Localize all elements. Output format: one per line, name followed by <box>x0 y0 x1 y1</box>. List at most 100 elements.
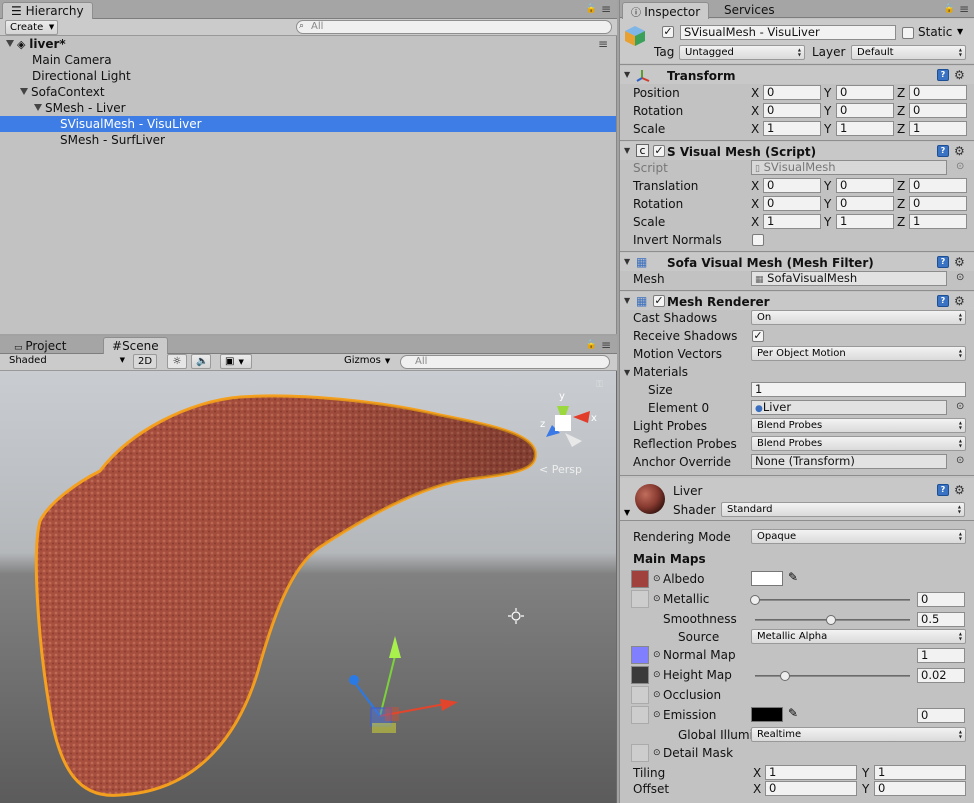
help-icon[interactable]: ? <box>937 295 949 307</box>
sv-rotation-x-field[interactable]: 0 <box>763 196 821 211</box>
object-name-field[interactable]: SVisualMesh - VisuLiver <box>680 25 896 40</box>
lock-icon[interactable]: 🔒 <box>586 4 597 14</box>
hierarchy-item-smesh-liver[interactable]: SMesh - Liver <box>0 100 616 116</box>
smoothness-slider-handle[interactable] <box>826 615 836 625</box>
emission-picker-icon[interactable]: ⊙ <box>653 710 661 720</box>
light-probes-dropdown[interactable]: Blend Probes <box>751 418 966 433</box>
tab-services[interactable]: Services <box>716 2 783 19</box>
position-y-field[interactable]: 0 <box>836 85 894 100</box>
mesh-field[interactable]: ▦ SofaVisualMesh <box>751 271 947 286</box>
scale-z-field[interactable]: 1 <box>909 121 967 136</box>
tag-dropdown[interactable]: Untagged <box>679 45 805 60</box>
normal-map-texture-slot[interactable] <box>631 646 649 664</box>
scene-viewport[interactable]: y x z ⚿ < Persp <box>0 371 616 803</box>
rendering-mode-dropdown[interactable]: Opaque <box>751 529 966 544</box>
audio-toggle[interactable]: 🔈 <box>191 354 211 369</box>
fold-triangle-icon[interactable]: ▼ <box>624 257 630 266</box>
expand-triangle-icon[interactable] <box>34 104 42 111</box>
height-map-slider[interactable] <box>755 675 910 677</box>
tiling-x-field[interactable]: 1 <box>765 765 857 780</box>
metallic-slider[interactable] <box>755 599 910 601</box>
mode-2d-toggle[interactable]: 2D <box>133 354 157 369</box>
scene-root-row[interactable]: ◈ liver* ≡ <box>0 36 616 52</box>
fold-triangle-icon[interactable]: ▼ <box>624 508 630 517</box>
eyedropper-icon[interactable]: ✎ <box>788 706 798 720</box>
static-dropdown-arrow-icon[interactable]: ▼ <box>957 27 963 36</box>
normal-map-picker-icon[interactable]: ⊙ <box>653 650 661 660</box>
shading-mode-dropdown[interactable]: Shaded ▼ <box>5 354 127 369</box>
translation-y-field[interactable]: 0 <box>836 178 894 193</box>
help-icon[interactable]: ? <box>937 69 949 81</box>
gizmo-lock-icon[interactable]: ⚿ <box>596 380 603 390</box>
static-checkbox[interactable] <box>902 27 914 39</box>
position-x-field[interactable]: 0 <box>763 85 821 100</box>
menu-icon[interactable]: ≡ <box>959 2 969 16</box>
metallic-picker-icon[interactable]: ⊙ <box>653 594 661 604</box>
translation-z-field[interactable]: 0 <box>909 178 967 193</box>
hierarchy-item-smesh-surfliver[interactable]: SMesh - SurfLiver <box>0 132 616 148</box>
object-picker-icon[interactable]: ⊙ <box>956 272 964 283</box>
invert-normals-checkbox[interactable] <box>752 234 764 246</box>
hierarchy-item-directional-light[interactable]: Directional Light <box>0 68 616 84</box>
global-illumination-dropdown[interactable]: Realtime <box>751 727 966 742</box>
fold-triangle-icon[interactable]: ▼ <box>624 70 630 79</box>
emission-value-field[interactable]: 0 <box>917 708 965 723</box>
gear-icon[interactable]: ⚙ <box>954 69 965 81</box>
lighting-toggle[interactable]: ☼ <box>167 354 187 369</box>
albedo-picker-icon[interactable]: ⊙ <box>653 574 661 584</box>
mesh-filter-header[interactable]: ▼ ▦ Sofa Visual Mesh (Mesh Filter) ? ⚙ <box>620 253 974 271</box>
fold-triangle-icon[interactable]: ▼ <box>624 146 630 155</box>
mesh-renderer-enabled-checkbox[interactable]: ✓ <box>653 295 665 307</box>
sv-rotation-z-field[interactable]: 0 <box>909 196 967 211</box>
position-z-field[interactable]: 0 <box>909 85 967 100</box>
sv-scale-z-field[interactable]: 1 <box>909 214 967 229</box>
height-map-slider-handle[interactable] <box>780 671 790 681</box>
gear-icon[interactable]: ⚙ <box>954 145 965 157</box>
hierarchy-item-main-camera[interactable]: Main Camera <box>0 52 616 68</box>
hierarchy-search-input[interactable]: All <box>296 20 612 34</box>
metallic-slider-handle[interactable] <box>750 595 760 605</box>
scale-y-field[interactable]: 1 <box>836 121 894 136</box>
smoothness-value-field[interactable]: 0.5 <box>917 612 965 627</box>
scene-menu-icon[interactable]: ≡ <box>598 36 608 52</box>
sv-scale-x-field[interactable]: 1 <box>763 214 821 229</box>
detail-mask-picker-icon[interactable]: ⊙ <box>653 748 661 758</box>
lock-icon[interactable]: 🔒 <box>586 340 597 350</box>
scene-search-input[interactable]: All <box>400 355 610 369</box>
albedo-texture-slot[interactable] <box>631 570 649 588</box>
materials-fold-icon[interactable]: ▼ <box>624 368 630 377</box>
object-picker-icon[interactable]: ⊙ <box>956 401 964 412</box>
occlusion-texture-slot[interactable] <box>631 686 649 704</box>
gear-icon[interactable]: ⚙ <box>954 484 965 496</box>
fold-triangle-icon[interactable]: ▼ <box>624 296 630 305</box>
occlusion-picker-icon[interactable]: ⊙ <box>653 690 661 700</box>
sv-scale-y-field[interactable]: 1 <box>836 214 894 229</box>
help-icon[interactable]: ? <box>937 256 949 268</box>
shader-dropdown[interactable]: Standard <box>721 502 965 517</box>
object-picker-icon[interactable]: ⊙ <box>956 455 964 466</box>
receive-shadows-checkbox[interactable]: ✓ <box>752 330 764 342</box>
scale-x-field[interactable]: 1 <box>763 121 821 136</box>
gear-icon[interactable]: ⚙ <box>954 295 965 307</box>
reflection-probes-dropdown[interactable]: Blend Probes <box>751 436 966 451</box>
size-field[interactable]: 1 <box>751 382 966 397</box>
normal-map-value-field[interactable]: 1 <box>917 648 965 663</box>
height-map-texture-slot[interactable] <box>631 666 649 684</box>
cast-shadows-dropdown[interactable]: On <box>751 310 966 325</box>
element0-field[interactable]: ●Liver <box>751 400 947 415</box>
motion-vectors-dropdown[interactable]: Per Object Motion <box>751 346 966 361</box>
height-map-picker-icon[interactable]: ⊙ <box>653 670 661 680</box>
hierarchy-item-svisualmesh-visuliver[interactable]: SVisualMesh - VisuLiver <box>0 116 616 132</box>
tab-hierarchy[interactable]: ☰ Hierarchy <box>2 2 93 19</box>
help-icon[interactable]: ? <box>937 484 949 496</box>
metallic-value-field[interactable]: 0 <box>917 592 965 607</box>
create-button[interactable]: Create ▼ <box>5 20 59 35</box>
help-icon[interactable]: ? <box>937 145 949 157</box>
sv-rotation-y-field[interactable]: 0 <box>836 196 894 211</box>
tab-scene[interactable]: #Scene <box>103 337 168 354</box>
lock-icon[interactable]: 🔒 <box>944 4 955 14</box>
active-checkbox[interactable]: ✓ <box>662 26 674 38</box>
emission-color-field[interactable] <box>751 707 783 722</box>
persp-label[interactable]: < Persp <box>539 463 582 476</box>
layer-dropdown[interactable]: Default <box>851 45 966 60</box>
